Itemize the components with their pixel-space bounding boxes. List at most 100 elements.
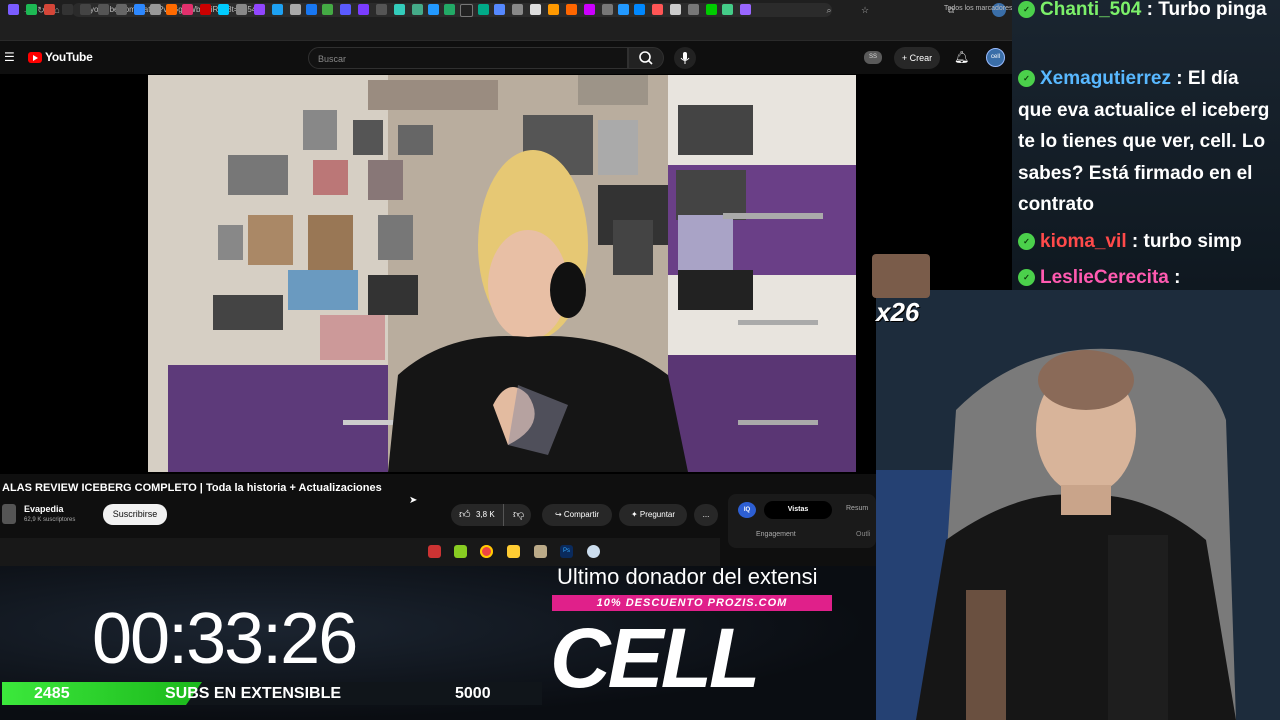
chat-username[interactable]: Xemagutierrez <box>1040 68 1171 89</box>
like-icon[interactable]: 👍︎ <box>459 504 471 526</box>
bookmark-icon[interactable] <box>412 4 423 15</box>
more-actions-button[interactable]: ... <box>694 504 718 526</box>
bookmark-icon[interactable] <box>166 4 177 15</box>
like-dislike-group: 👍︎ 3,8 K 👎︎ <box>451 504 531 526</box>
app-icon[interactable] <box>534 545 547 558</box>
bookmark-icon[interactable] <box>8 4 19 15</box>
bookmark-icon[interactable] <box>494 4 505 15</box>
search-input[interactable]: Buscar <box>308 47 628 69</box>
bookmark-icon[interactable] <box>150 4 161 15</box>
bookmark-icon[interactable] <box>740 4 751 15</box>
ask-label: Preguntar <box>639 510 676 519</box>
bookmark-icon[interactable] <box>652 4 663 15</box>
bookmark-star-icon[interactable]: ☆ <box>858 3 872 17</box>
chrome-icon[interactable] <box>480 545 493 558</box>
gmail-icon[interactable] <box>44 4 55 15</box>
like-count[interactable]: 3,8 K <box>476 504 495 526</box>
bookmark-icon[interactable] <box>218 4 229 15</box>
bookmark-icon[interactable] <box>478 4 489 15</box>
bookmark-icon[interactable] <box>200 4 211 15</box>
play-icon <box>33 54 38 61</box>
bookmark-icon[interactable] <box>376 4 387 15</box>
bookmarks-folder[interactable]: Todos los marcadores <box>944 5 1012 12</box>
youtube-logo-text[interactable]: YouTube <box>45 50 93 64</box>
ss-badge[interactable]: SS <box>864 51 882 64</box>
mouse-cursor-icon: ➤ <box>409 495 418 506</box>
bookmark-icon[interactable] <box>134 4 145 15</box>
bookmark-icon[interactable] <box>80 4 91 15</box>
bookmark-icon[interactable] <box>566 4 577 15</box>
menu-icon[interactable]: ☰ <box>4 50 15 64</box>
bookmark-icon[interactable] <box>26 4 37 15</box>
bookmark-icon[interactable] <box>444 4 455 15</box>
chat-username[interactable]: Chanti_504 <box>1040 0 1141 20</box>
chat-username[interactable]: LeslieCerecita <box>1040 267 1169 288</box>
bookmark-icon[interactable] <box>272 4 283 15</box>
chat-panel: ✓ Chanti_504 : Turbo pinga ✓ Xemagutierrez… <box>1012 0 1280 290</box>
bookmark-icon[interactable] <box>618 4 629 15</box>
subs-progress-goal: 5000 <box>455 685 491 702</box>
channel-name[interactable]: Evapedia <box>24 504 64 514</box>
bookmarks-bar <box>0 20 1012 41</box>
chat-message: ✓ LeslieCerecita : <box>1018 262 1274 290</box>
bookmark-icon[interactable] <box>512 4 523 15</box>
bookmark-icon[interactable] <box>584 4 595 15</box>
chat-separator: : <box>1141 0 1159 20</box>
channel-avatar[interactable] <box>2 504 16 524</box>
bookmark-icon[interactable] <box>236 4 247 15</box>
bookmark-icon[interactable] <box>322 4 333 15</box>
bookmark-icon[interactable] <box>98 4 109 15</box>
bookmark-icon[interactable] <box>460 4 473 17</box>
chat-text: Turbo pinga <box>1158 0 1267 20</box>
chat-username[interactable]: kioma_vil <box>1040 231 1127 252</box>
chat-text: El día que eva actualice el iceberg te l… <box>1018 68 1270 215</box>
dislike-icon[interactable]: 👎︎ <box>513 504 524 526</box>
bookmark-icon[interactable] <box>706 4 717 15</box>
bookmark-icon[interactable] <box>306 4 317 15</box>
bookmark-icon[interactable] <box>358 4 369 15</box>
photoshop-icon[interactable]: Ps <box>560 545 573 558</box>
bookmark-icon[interactable] <box>722 4 733 15</box>
video-frame[interactable] <box>148 75 856 472</box>
voice-search-button[interactable] <box>674 47 696 69</box>
obs-icon[interactable] <box>428 545 441 558</box>
ask-button[interactable]: ✦ Preguntar <box>619 504 687 526</box>
create-button[interactable]: + Crear <box>894 47 940 69</box>
bookmark-icon[interactable] <box>530 4 541 15</box>
bookmark-icon[interactable] <box>290 4 301 15</box>
twitch-icon[interactable] <box>254 4 265 15</box>
search-button[interactable] <box>628 47 664 69</box>
xbox-icon[interactable] <box>454 545 467 558</box>
chat-separator: : <box>1170 68 1188 89</box>
taskbar <box>0 538 720 566</box>
bookmark-icon[interactable] <box>670 4 681 15</box>
webcam-feed <box>876 290 1280 720</box>
zoom-icon[interactable]: ⌕ <box>822 3 836 17</box>
more-icon: ... <box>702 510 710 519</box>
microphone-icon <box>680 52 690 64</box>
bookmark-icon[interactable] <box>548 4 559 15</box>
instagram-icon[interactable] <box>182 4 193 15</box>
tab-vistas[interactable]: Vistas <box>764 501 832 519</box>
chat-badge-icon: ✓ <box>1018 1 1035 19</box>
bookmark-icon[interactable] <box>602 4 613 15</box>
tab-resumen[interactable]: Resum <box>846 505 868 512</box>
bookmark-icon[interactable] <box>394 4 405 15</box>
app-icon[interactable] <box>587 545 600 558</box>
notifications-bell-icon[interactable]: 🔔︎ <box>954 50 969 64</box>
bookmark-icon[interactable] <box>340 4 351 15</box>
outliers-label: Outli <box>856 531 871 538</box>
iq-icon[interactable]: IQ <box>738 502 756 518</box>
bookmark-icon[interactable] <box>116 4 127 15</box>
subs-progress-current: 2485 <box>34 685 70 702</box>
account-avatar[interactable]: cell <box>986 48 1005 67</box>
channel-subscribers: 62,9 K suscriptores <box>24 517 76 523</box>
share-button[interactable]: ↪ Compartir <box>542 504 612 526</box>
video-title: ALAS REVIEW ICEBERG COMPLETO | Toda la h… <box>2 482 382 494</box>
file-explorer-icon[interactable] <box>507 545 520 558</box>
subscribe-button[interactable]: Suscribirse <box>103 504 167 525</box>
bookmark-icon[interactable] <box>634 4 645 15</box>
bookmark-icon[interactable] <box>428 4 439 15</box>
bookmark-icon[interactable] <box>688 4 699 15</box>
x-icon[interactable] <box>62 4 73 15</box>
